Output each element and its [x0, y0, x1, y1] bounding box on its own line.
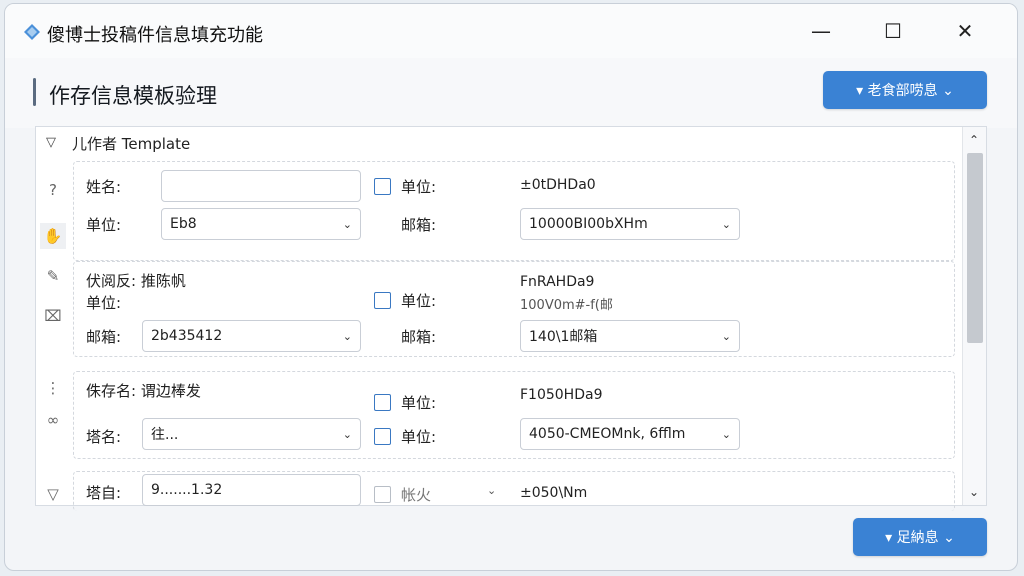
badge-icon[interactable]: ⌧ — [40, 303, 66, 329]
email-select-value: 140\1邮箱 — [529, 329, 598, 345]
name-select-value: 往... — [151, 427, 179, 443]
author-section-3: 侏存名: 谓边棒发 单位: F1050HDa9 塔名: 往... ⌄ 单位: 4… — [73, 371, 955, 459]
unit-value: F1050HDa9 — [520, 387, 603, 403]
chevron-down-icon[interactable]: ⌄ — [487, 484, 496, 497]
name-label: 姓名: — [86, 178, 122, 196]
field-label-right: 帐火 — [401, 486, 432, 504]
email-label: 邮箱: — [401, 216, 437, 234]
chevron-down-icon: ⌄ — [721, 218, 731, 231]
checkbox-2[interactable] — [374, 292, 391, 309]
checkbox-3[interactable] — [374, 394, 391, 411]
maximize-button[interactable]: ☐ — [873, 14, 913, 48]
chevron-down-icon: ⌄ — [721, 428, 731, 441]
more-icon[interactable]: ⋮ — [40, 375, 66, 401]
unit-select-value: 4050-CMEOMnk, 6fflm — [529, 426, 686, 442]
title-accent-bar — [33, 78, 36, 106]
unit-label-2: 单位: — [401, 428, 437, 446]
unit-label-right: 单位: — [401, 292, 437, 310]
panel-header-label: 儿作者 Template — [72, 135, 191, 153]
unit-select-value: Eb8 — [170, 216, 197, 232]
collapse-chevron-icon[interactable]: ▽ — [46, 135, 56, 150]
unit-label: 单位: — [86, 216, 122, 234]
unit-select[interactable]: Eb8 ⌄ — [161, 208, 361, 240]
unit-select-2[interactable]: 4050-CMEOMnk, 6fflm ⌄ — [520, 418, 740, 450]
unit-label: 单位: — [86, 294, 122, 312]
email-select-value: 10000BI00bXHm — [529, 216, 648, 232]
field-label: 塔自: — [86, 484, 122, 502]
close-button[interactable]: ✕ — [945, 14, 985, 48]
minimize-button[interactable]: — — [801, 14, 841, 48]
left-rail: ? ✋ ✎ ⌧ ⋮ ∞ ▽ — [36, 163, 70, 503]
app-logo-icon — [24, 24, 40, 40]
email-label: 邮箱: — [86, 328, 122, 346]
chevron-down-icon[interactable]: ⌄ — [969, 485, 979, 499]
vertical-scrollbar[interactable]: ⌃ ⌄ — [962, 127, 986, 505]
top-action-button[interactable]: ▾ 老食部唠息 ⌄ — [823, 71, 987, 109]
name-select[interactable]: 往... ⌄ — [142, 418, 361, 450]
unit-label: 单位: — [401, 178, 437, 196]
bottom-action-button[interactable]: ▾ 足納息 ⌄ — [853, 518, 987, 556]
chevron-down-icon: ⌄ — [342, 330, 352, 343]
app-title: 傻博士投稿件信息填充功能 — [47, 25, 263, 46]
chevron-down-icon: ⌄ — [342, 218, 352, 231]
link-icon[interactable]: ∞ — [40, 407, 66, 433]
pen-icon[interactable]: ✎ — [40, 263, 66, 289]
chevron-down-icon: ⌄ — [721, 330, 731, 343]
name-label: 塔名: — [86, 428, 122, 446]
email-select[interactable]: 10000BI00bXHm ⌄ — [520, 208, 740, 240]
email-select-right[interactable]: 140\1邮箱 ⌄ — [520, 320, 740, 352]
chevron-up-icon[interactable]: ⌃ — [969, 133, 979, 147]
email-select-2[interactable]: 2b435412 ⌄ — [142, 320, 361, 352]
unit-value-2: 100V0m#-f(邮 — [520, 298, 613, 313]
app-window: 傻博士投稿件信息填充功能 — ☐ ✕ 作存信息模板验理 ▾ 老食部唠息 ⌄ ▽ … — [4, 3, 1018, 571]
name-input[interactable] — [161, 170, 361, 202]
field-value: ±050\Nm — [520, 485, 588, 501]
author-section-1: 姓名: 单位: ±0tDHDa0 单位: Eb8 ⌄ 邮箱: 10000BI00… — [73, 161, 955, 261]
title-bar: 傻博士投稿件信息填充功能 — ☐ ✕ — [5, 4, 1017, 58]
author-section-2: 伏阅反: 推陈帆 单位: 单位: FnRAHDa9 100V0m#-f(邮 邮箱… — [73, 261, 955, 357]
email-label-right: 邮箱: — [401, 328, 437, 346]
template-panel: ▽ 儿作者 Template ? ✋ ✎ ⌧ ⋮ ∞ ▽ 姓名: 单位: ±0t… — [35, 126, 987, 511]
collapse-icon[interactable]: ▽ — [40, 481, 66, 507]
chevron-down-icon: ⌄ — [342, 428, 352, 441]
email-select-value: 2b435412 — [151, 328, 223, 344]
author-section-4: 塔自: 9.......1.32 帐火 ⌄ ±050\Nm — [73, 471, 955, 511]
author-label: 伏阅反: 推陈帆 — [86, 272, 186, 290]
checkbox-4[interactable] — [374, 428, 391, 445]
author-label: 侏存名: 谓边棒发 — [86, 382, 201, 400]
page-title: 作存信息模板验理 — [49, 84, 217, 108]
question-icon[interactable]: ? — [40, 177, 66, 203]
checkbox-5[interactable] — [374, 486, 391, 503]
scrollbar-thumb[interactable] — [967, 153, 983, 343]
unit-label: 单位: — [401, 394, 437, 412]
field-input[interactable]: 9.......1.32 — [142, 474, 361, 506]
checkbox-1[interactable] — [374, 178, 391, 195]
hand-icon[interactable]: ✋ — [40, 223, 66, 249]
unit-value: ±0tDHDa0 — [520, 177, 596, 193]
unit-value-1: FnRAHDa9 — [520, 274, 595, 290]
